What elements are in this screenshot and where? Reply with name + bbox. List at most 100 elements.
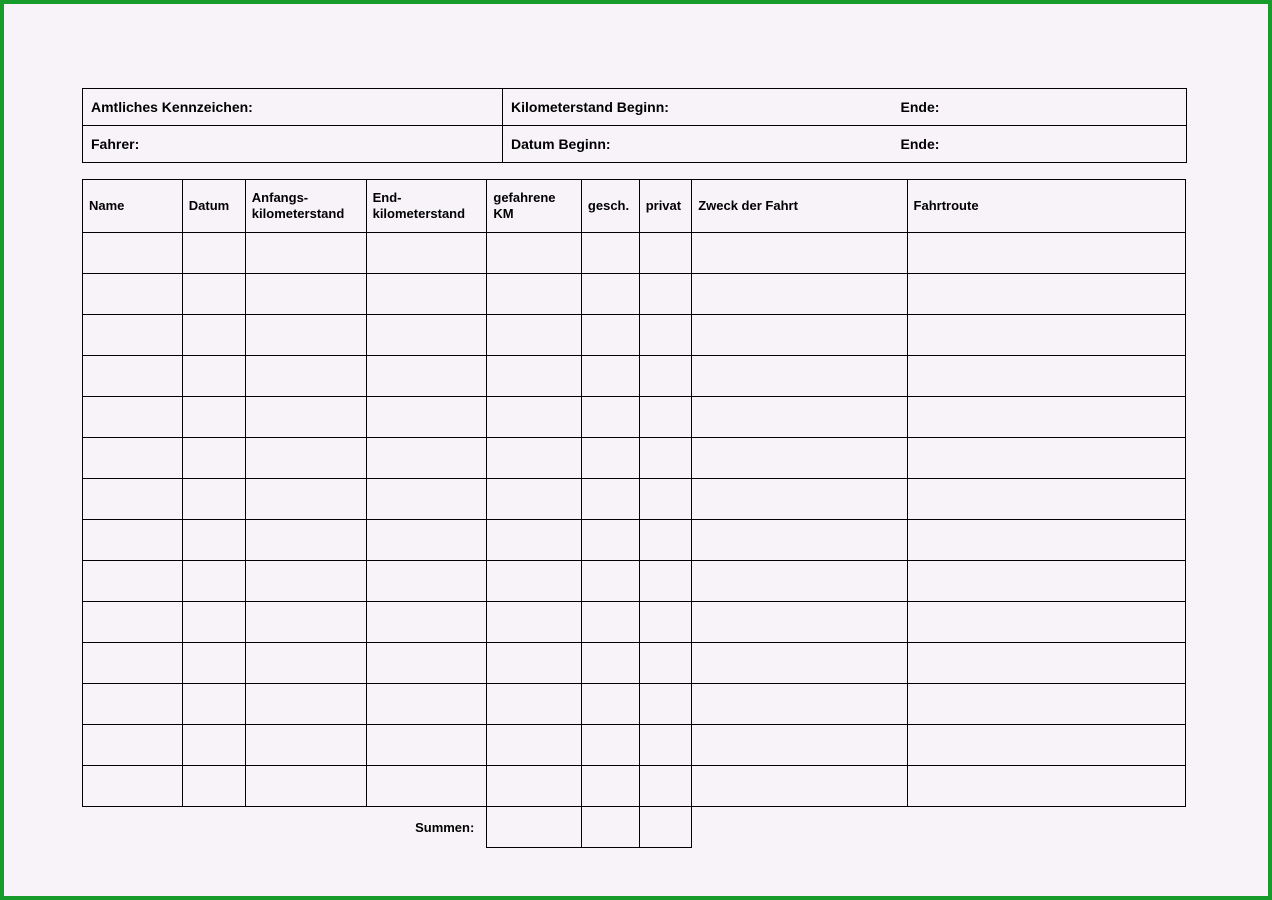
log-cell[interactable] <box>487 274 582 315</box>
log-cell[interactable] <box>83 561 183 602</box>
log-cell[interactable] <box>907 684 1185 725</box>
log-cell[interactable] <box>245 233 366 274</box>
log-cell[interactable] <box>182 766 245 807</box>
log-cell[interactable] <box>245 397 366 438</box>
log-cell[interactable] <box>487 766 582 807</box>
log-cell[interactable] <box>182 274 245 315</box>
log-cell[interactable] <box>907 397 1185 438</box>
log-cell[interactable] <box>487 479 582 520</box>
log-cell[interactable] <box>182 643 245 684</box>
log-cell[interactable] <box>487 520 582 561</box>
log-cell[interactable] <box>83 397 183 438</box>
log-cell[interactable] <box>83 356 183 397</box>
log-cell[interactable] <box>639 602 692 643</box>
log-cell[interactable] <box>692 520 907 561</box>
log-cell[interactable] <box>83 438 183 479</box>
log-cell[interactable] <box>692 725 907 766</box>
log-cell[interactable] <box>366 315 487 356</box>
log-cell[interactable] <box>907 438 1185 479</box>
log-cell[interactable] <box>581 520 639 561</box>
log-cell[interactable] <box>366 766 487 807</box>
log-cell[interactable] <box>692 766 907 807</box>
log-cell[interactable] <box>182 725 245 766</box>
log-cell[interactable] <box>692 233 907 274</box>
log-cell[interactable] <box>639 274 692 315</box>
log-cell[interactable] <box>692 602 907 643</box>
log-cell[interactable] <box>581 725 639 766</box>
log-cell[interactable] <box>245 684 366 725</box>
log-cell[interactable] <box>639 643 692 684</box>
log-cell[interactable] <box>692 315 907 356</box>
log-cell[interactable] <box>639 561 692 602</box>
log-cell[interactable] <box>581 479 639 520</box>
log-cell[interactable] <box>907 602 1185 643</box>
log-cell[interactable] <box>83 479 183 520</box>
log-cell[interactable] <box>83 315 183 356</box>
log-cell[interactable] <box>639 766 692 807</box>
log-cell[interactable] <box>581 561 639 602</box>
log-cell[interactable] <box>639 356 692 397</box>
log-cell[interactable] <box>366 274 487 315</box>
log-cell[interactable] <box>182 233 245 274</box>
log-cell[interactable] <box>639 438 692 479</box>
log-cell[interactable] <box>182 356 245 397</box>
log-cell[interactable] <box>639 233 692 274</box>
log-cell[interactable] <box>245 725 366 766</box>
log-cell[interactable] <box>581 438 639 479</box>
log-cell[interactable] <box>581 766 639 807</box>
log-cell[interactable] <box>692 561 907 602</box>
log-cell[interactable] <box>245 561 366 602</box>
log-cell[interactable] <box>182 684 245 725</box>
log-cell[interactable] <box>487 315 582 356</box>
log-cell[interactable] <box>83 766 183 807</box>
log-cell[interactable] <box>245 479 366 520</box>
log-cell[interactable] <box>487 684 582 725</box>
log-cell[interactable] <box>366 520 487 561</box>
log-cell[interactable] <box>182 602 245 643</box>
log-cell[interactable] <box>245 356 366 397</box>
log-cell[interactable] <box>907 643 1185 684</box>
log-cell[interactable] <box>907 561 1185 602</box>
log-cell[interactable] <box>581 274 639 315</box>
log-cell[interactable] <box>581 643 639 684</box>
log-cell[interactable] <box>83 684 183 725</box>
log-cell[interactable] <box>692 684 907 725</box>
log-cell[interactable] <box>245 438 366 479</box>
log-cell[interactable] <box>83 643 183 684</box>
log-cell[interactable] <box>366 602 487 643</box>
log-cell[interactable] <box>366 397 487 438</box>
log-cell[interactable] <box>692 397 907 438</box>
log-cell[interactable] <box>83 602 183 643</box>
log-cell[interactable] <box>245 274 366 315</box>
log-cell[interactable] <box>487 438 582 479</box>
log-cell[interactable] <box>907 274 1185 315</box>
log-cell[interactable] <box>487 643 582 684</box>
log-cell[interactable] <box>692 356 907 397</box>
log-cell[interactable] <box>487 725 582 766</box>
log-cell[interactable] <box>907 479 1185 520</box>
log-cell[interactable] <box>581 356 639 397</box>
log-cell[interactable] <box>366 356 487 397</box>
log-cell[interactable] <box>692 479 907 520</box>
log-cell[interactable] <box>581 233 639 274</box>
log-cell[interactable] <box>182 561 245 602</box>
log-cell[interactable] <box>907 766 1185 807</box>
log-cell[interactable] <box>245 643 366 684</box>
log-cell[interactable] <box>182 397 245 438</box>
log-cell[interactable] <box>639 479 692 520</box>
log-cell[interactable] <box>245 766 366 807</box>
log-cell[interactable] <box>83 233 183 274</box>
log-cell[interactable] <box>83 520 183 561</box>
log-cell[interactable] <box>487 233 582 274</box>
log-cell[interactable] <box>581 602 639 643</box>
log-cell[interactable] <box>907 233 1185 274</box>
log-cell[interactable] <box>366 561 487 602</box>
log-cell[interactable] <box>639 397 692 438</box>
log-cell[interactable] <box>366 643 487 684</box>
log-cell[interactable] <box>366 725 487 766</box>
log-cell[interactable] <box>487 397 582 438</box>
log-cell[interactable] <box>581 315 639 356</box>
log-cell[interactable] <box>182 520 245 561</box>
log-cell[interactable] <box>639 725 692 766</box>
log-cell[interactable] <box>83 725 183 766</box>
